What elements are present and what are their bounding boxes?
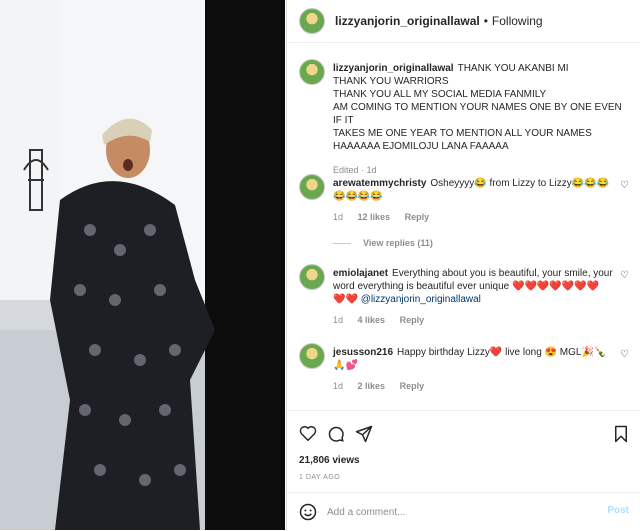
comment-line: word everything is beautiful ever unique… [333, 281, 600, 292]
reply-button[interactable]: Reply [400, 315, 425, 325]
caption-line: HAAAAAA EJOMILOJU LANA FAAAAA [333, 141, 509, 152]
post-header: lizzyanjorin_originallawal • Following [287, 0, 640, 43]
comments-list[interactable]: lizzyanjorin_originallawal THANK YOU AKAN… [287, 43, 640, 408]
comment-icon[interactable] [327, 425, 345, 448]
like-comment-icon[interactable]: ♡ [620, 270, 629, 281]
commenter-username[interactable]: jesusson216 [333, 347, 393, 358]
author-username[interactable]: lizzyanjorin_originallawal [335, 14, 480, 28]
commenter-avatar[interactable] [299, 343, 325, 369]
comment-mention[interactable]: @lizzyanjorin_originallawal [361, 294, 481, 305]
view-replies-button[interactable]: View replies (11) [333, 238, 433, 248]
following-button[interactable]: Following [492, 14, 543, 28]
comment-likes[interactable]: 4 likes [358, 315, 386, 325]
caption-username[interactable]: lizzyanjorin_originallawal [333, 63, 454, 74]
emoji-icon[interactable] [299, 503, 317, 526]
reply-button[interactable]: Reply [405, 212, 430, 222]
caption-line: THANK YOU WARRIORS [333, 76, 449, 87]
like-post-icon[interactable] [299, 425, 317, 446]
commenter-avatar[interactable] [299, 174, 325, 200]
like-comment-icon[interactable]: ♡ [620, 349, 629, 360]
post-comment-button[interactable]: Post [607, 505, 629, 516]
views-count[interactable]: 21,806 views [299, 455, 360, 466]
comment-text: jesusson216 Happy birthday Lizzy❤️ live l… [333, 346, 629, 372]
post-image[interactable] [0, 0, 285, 530]
reply-button[interactable]: Reply [400, 381, 425, 391]
caption-text: lizzyanjorin_originallawal THANK YOU AKAN… [333, 62, 629, 153]
header-separator: • [483, 14, 488, 28]
comment-line: Happy birthday Lizzy❤️ live long 😍 MGL🎉🍾 [397, 347, 607, 358]
comment-meta: 1d 2 likes Reply [333, 381, 436, 391]
save-bookmark-icon[interactable] [613, 425, 629, 448]
comment-line: Everything about you is beautiful, your … [392, 268, 613, 279]
comment-item: jesusson216 Happy birthday Lizzy❤️ live l… [299, 343, 629, 403]
share-icon[interactable] [355, 425, 373, 448]
caption-line: AM COMING TO MENTION YOUR NAMES ONE BY O… [333, 102, 622, 126]
comment-time: 1d [333, 381, 344, 391]
caption-line: THANK YOU AKANBI MI [457, 63, 569, 74]
caption: lizzyanjorin_originallawal THANK YOU AKAN… [299, 59, 629, 175]
author-avatar[interactable] [299, 8, 325, 34]
comment-likes[interactable]: 12 likes [358, 212, 391, 222]
comment-meta: 1d 12 likes Reply [333, 212, 441, 222]
comment-time: 1d [333, 212, 344, 222]
comment-item: arewatemmychristy Osheyyyy😂 from Lizzy to… [299, 174, 629, 254]
comment-item: emiolajanet Everything about you is beaut… [299, 264, 629, 334]
post-actions-bar [287, 410, 640, 451]
replies-divider [333, 242, 351, 244]
comment-likes[interactable]: 2 likes [358, 381, 386, 391]
comment-text: emiolajanet Everything about you is beaut… [333, 267, 629, 306]
comment-line: ❤️❤️ [333, 294, 358, 305]
commenter-username[interactable]: arewatemmychristy [333, 178, 426, 189]
like-comment-icon[interactable]: ♡ [620, 180, 629, 191]
caption-line: THANK YOU ALL MY SOCIAL MEDIA FANMILY [333, 89, 547, 100]
comment-time: 1d [333, 315, 344, 325]
commenter-avatar[interactable] [299, 264, 325, 290]
comment-line: 😂😂😂😂 [333, 191, 383, 202]
comment-line: 🙏💕 [333, 360, 358, 371]
commenter-username[interactable]: emiolajanet [333, 268, 388, 279]
comment-meta: 1d 4 likes Reply [333, 315, 436, 325]
post-details-panel: lizzyanjorin_originallawal • Following l… [286, 0, 640, 530]
add-comment-input[interactable] [325, 502, 579, 522]
post-photo [0, 0, 285, 530]
caption-line: TAKES ME ONE YEAR TO MENTION ALL YOUR NA… [333, 128, 592, 139]
caption-avatar[interactable] [299, 59, 325, 85]
comment-line: Osheyyyy😂 from Lizzy to Lizzy😂😂😂 [430, 178, 610, 189]
post-age[interactable]: 1 DAY AGO [299, 474, 340, 481]
view-replies-label: View replies (11) [363, 238, 433, 248]
comment-text: arewatemmychristy Osheyyyy😂 from Lizzy to… [333, 177, 629, 203]
add-comment-bar: Post [287, 492, 640, 531]
